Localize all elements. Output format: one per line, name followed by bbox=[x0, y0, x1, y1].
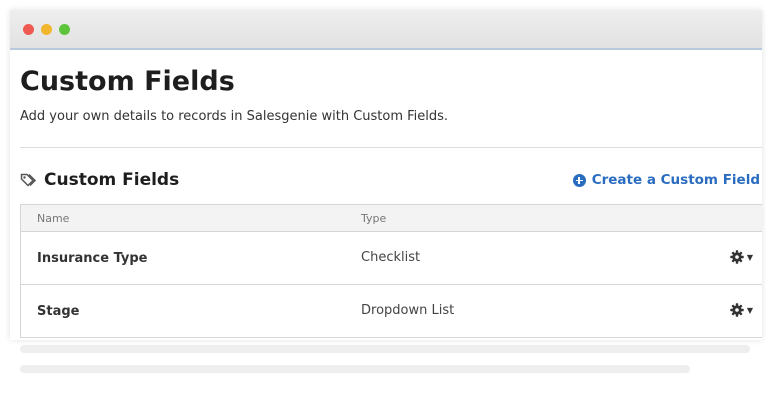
table-row: Insurance Type Checklist ▼ bbox=[21, 232, 762, 285]
field-name: Insurance Type bbox=[37, 251, 148, 266]
create-custom-field-label: Create a Custom Field bbox=[591, 172, 760, 188]
tags-icon bbox=[20, 173, 37, 187]
page-title: Custom Fields bbox=[20, 66, 235, 97]
window-titlebar bbox=[10, 10, 762, 50]
divider bbox=[20, 147, 762, 148]
column-header-name: Name bbox=[37, 212, 70, 225]
column-header-type: Type bbox=[361, 212, 387, 225]
window-maximize-button[interactable] bbox=[59, 24, 70, 35]
caret-down-icon: ▼ bbox=[746, 305, 753, 315]
window-minimize-button[interactable] bbox=[41, 24, 52, 35]
section-header: Custom Fields Create a Custom Field bbox=[20, 170, 762, 192]
gear-icon bbox=[730, 250, 744, 264]
section-title: Custom Fields bbox=[44, 170, 180, 190]
plus-circle-icon bbox=[572, 173, 586, 187]
app-window: Custom Fields Add your own details to re… bbox=[10, 10, 762, 340]
create-custom-field-link[interactable]: Create a Custom Field bbox=[572, 172, 760, 188]
table-row: Stage Dropdown List ▼ bbox=[21, 285, 762, 338]
field-type: Dropdown List bbox=[361, 303, 455, 318]
row-settings-menu[interactable]: ▼ bbox=[730, 303, 753, 317]
custom-fields-table: Name Type Insurance Type Checklist ▼ Sta… bbox=[20, 204, 762, 338]
table-header: Name Type bbox=[21, 205, 762, 232]
window-close-button[interactable] bbox=[23, 24, 34, 35]
field-name: Stage bbox=[37, 304, 80, 319]
field-type: Checklist bbox=[361, 250, 421, 265]
page-description: Add your own details to records in Sales… bbox=[20, 109, 449, 124]
blurred-text-line bbox=[20, 345, 750, 353]
gear-icon bbox=[730, 303, 744, 317]
row-settings-menu[interactable]: ▼ bbox=[730, 250, 753, 264]
blurred-text-line bbox=[20, 365, 690, 373]
caret-down-icon: ▼ bbox=[746, 252, 753, 262]
